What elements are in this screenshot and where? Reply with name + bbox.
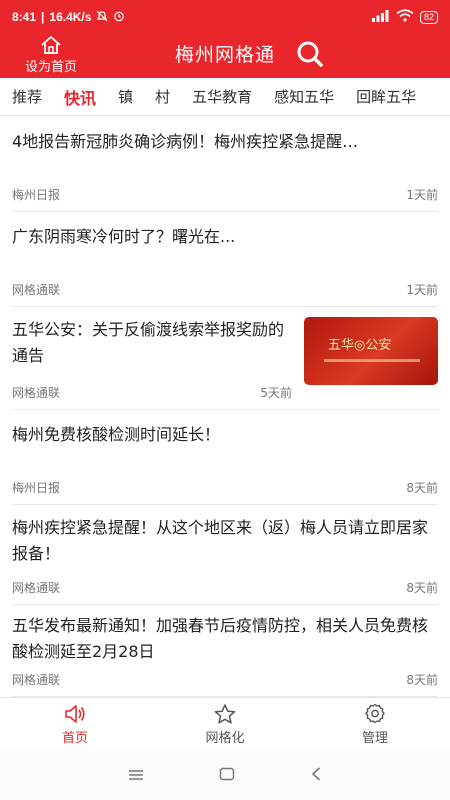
star-icon <box>214 704 236 724</box>
item-source: 梅州日报 <box>12 481 61 495</box>
signal-icon <box>371 9 390 25</box>
clock: 8:41 <box>12 10 37 24</box>
system-nav-bar <box>0 751 450 800</box>
status-bar: 8:41 | 16.4K/s 82 <box>0 0 450 34</box>
item-time: 8天前 <box>406 673 438 687</box>
item-title: 4地报告新冠肺炎确诊病例！梅州疾控紧急提醒… <box>12 132 359 151</box>
wifi-icon <box>396 9 414 25</box>
tab-wuhua-education[interactable]: 五华教育 <box>192 86 252 107</box>
nav-home[interactable]: 首页 <box>0 698 150 751</box>
item-source: 网格通联 <box>12 283 61 297</box>
list-item[interactable]: 4地报告新冠肺炎确诊病例！梅州疾控紧急提醒… 梅州日报 1天前 <box>12 117 438 212</box>
list-item[interactable]: 梅州疾控紧急提醒！从这个地区来（返）梅人员请立即居家报备！ 网格通联 8天前 <box>12 505 438 605</box>
nav-manage-label: 管理 <box>361 731 388 746</box>
list-item[interactable]: 五华发布最新通知！加强春节后疫情防控，相关人员免费核酸检测延至2月28日 网格通… <box>12 605 438 697</box>
tab-village[interactable]: 村 <box>155 86 170 107</box>
nav-manage[interactable]: 管理 <box>300 698 450 751</box>
news-feed: 4地报告新冠肺炎确诊病例！梅州疾控紧急提醒… 梅州日报 1天前 广东阴雨寒冷何时了… <box>0 117 450 697</box>
item-title: 五华公安：关于反偷渡线索举报奖励的通告 <box>12 320 285 365</box>
item-time: 5天前 <box>260 386 292 400</box>
thumbnail-logo: 五华◎公安 <box>328 338 392 353</box>
title-text: 梅州网格通 <box>174 44 275 66</box>
back-icon[interactable] <box>310 766 322 785</box>
item-time: 1天前 <box>406 283 438 297</box>
item-title: 五华发布最新通知！加强春节后疫情防控，相关人员免费核酸检测延至2月28日 <box>12 616 429 661</box>
battery-icon: 82 <box>419 10 438 24</box>
item-time: 8天前 <box>406 481 438 495</box>
item-source: 网格通联 <box>12 386 61 400</box>
net-speed: 16.4K/s <box>49 10 92 24</box>
item-source: 梅州日报 <box>12 188 61 202</box>
list-item[interactable]: 广东阴雨寒冷何时了？曙光在... 网格通联 1天前 <box>12 212 438 307</box>
tab-town[interactable]: 镇 <box>118 86 133 107</box>
tab-perceive-wuhua[interactable]: 感知五华 <box>274 86 334 107</box>
mute-icon <box>96 10 108 25</box>
divider: | <box>41 10 45 24</box>
item-title: 梅州疾控紧急提醒！从这个地区来（返）梅人员请立即居家报备！ <box>12 518 429 563</box>
category-tabs: 推荐 快讯 镇 村 五华教育 感知五华 回眸五华 <box>0 78 450 116</box>
nav-grid[interactable]: 网格化 <box>150 698 300 751</box>
tab-review-wuhua[interactable]: 回眸五华 <box>356 86 416 107</box>
bottom-nav: 首页 网格化 管理 <box>0 697 450 751</box>
tab-recommend[interactable]: 推荐 <box>12 86 42 107</box>
item-source: 网格通联 <box>12 581 61 595</box>
thumbnail-caption-bar <box>324 359 420 362</box>
nav-grid-label: 网格化 <box>205 731 245 746</box>
item-time: 1天前 <box>406 188 438 202</box>
item-source: 网格通联 <box>12 673 61 687</box>
tab-flash-news[interactable]: 快讯 <box>64 85 96 109</box>
list-item[interactable]: 梅州免费核酸检测时间延长！ 梅州日报 8天前 <box>12 410 438 505</box>
gear-icon <box>365 703 385 724</box>
nav-home-label: 首页 <box>61 731 88 746</box>
home-square-icon[interactable] <box>219 766 235 785</box>
news-thumbnail[interactable]: 五华◎公安 <box>304 317 438 385</box>
item-title: 广东阴雨寒冷何时了？曙光在... <box>12 227 236 246</box>
item-title: 梅州免费核酸检测时间延长！ <box>12 425 221 444</box>
menu-icon[interactable] <box>128 766 144 785</box>
list-item[interactable]: 五华公安：关于反偷渡线索举报奖励的通告 网格通联 5天前 五华◎公安 <box>12 307 438 410</box>
app-header: 设为首页 梅州网格通 <box>0 34 450 78</box>
page-title: 梅州网格通 <box>0 40 450 67</box>
item-time: 8天前 <box>406 581 438 595</box>
search-icon[interactable] <box>296 40 324 72</box>
alarm-icon <box>113 10 125 25</box>
speaker-icon <box>65 705 85 723</box>
